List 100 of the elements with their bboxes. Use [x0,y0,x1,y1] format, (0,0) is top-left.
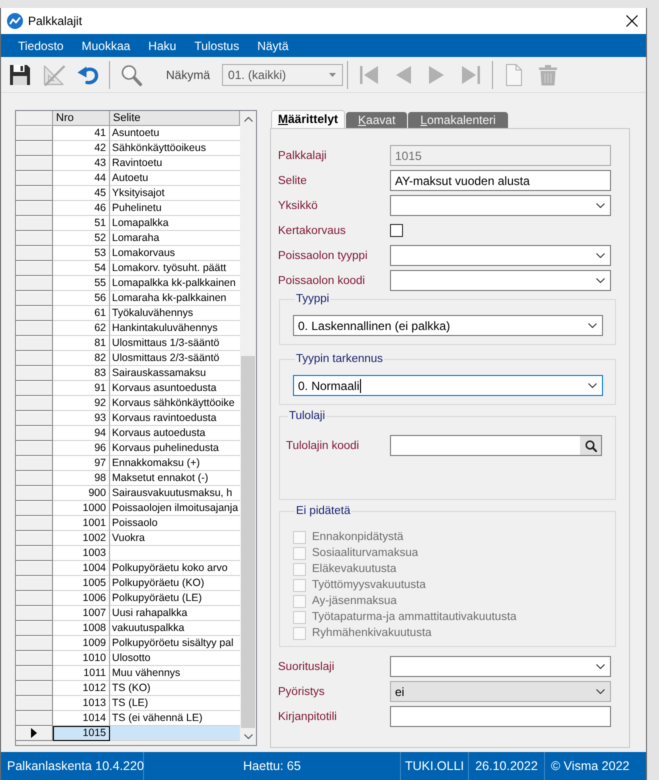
view-label: Näkymä [166,68,210,82]
row-pointer-icon [31,728,37,738]
menu-item[interactable]: Näytä [248,38,298,52]
checkbox-label: Työtapaturma-ja ammattitautivakuutusta [312,611,517,623]
table-row[interactable]: 1011 Muu vähennys [16,666,240,681]
menu-item[interactable]: Haku [139,38,186,52]
table-row[interactable]: 41 Asuntoetu [16,126,240,141]
chevron-down-icon [596,253,605,258]
tab[interactable]: Lomakalenteri [408,112,508,128]
text-field[interactable]: AY-maksut vuoden alusta [390,170,611,191]
table-row[interactable]: 1009 Polkupyöröetu sisältyy pal [16,636,240,651]
table-row[interactable]: 1001 Poissaolo [16,516,240,531]
field-label: Poissaolon tyyppi [278,250,368,262]
text-cursor [360,378,362,392]
table-row[interactable]: 51 Lomapalkka [16,216,240,231]
table-row[interactable]: 52 Lomaraha [16,231,240,246]
save-icon[interactable] [8,62,32,86]
chevron-down-icon [588,383,597,388]
checkbox[interactable] [390,224,403,237]
table-row[interactable]: 91 Korvaus asuntoedusta [16,381,240,396]
status-text: © Visma 2022 [550,758,630,775]
dropdown[interactable] [390,195,611,216]
table-row[interactable]: 42 Sähkönkäyttöoikeus [16,141,240,156]
table-row[interactable]: 96 Korvaus puhelinedusta [16,441,240,456]
text-field[interactable] [390,706,611,727]
table-cell: 1015 [53,726,110,741]
dropdown[interactable]: 0. Normaali [293,375,603,396]
field-label: Kertakorvaus [278,224,347,236]
search-button[interactable] [580,436,601,455]
table-row[interactable]: 53 Lomakorvaus [16,246,240,261]
table-row[interactable]: 97 Ennakkomaksu (+) [16,456,240,471]
table-row[interactable]: 45 Yksityisajot [16,186,240,201]
table-row[interactable]: 94 Korvaus autoedusta [16,426,240,441]
group-title: Tyypin tarkennus [295,353,384,365]
close-icon[interactable] [626,15,638,27]
table-row[interactable]: 1004 Polkupyöräetu koko arvo [16,561,240,576]
table-row[interactable]: 56 Lomaraha kk-palkkainen [16,291,240,306]
table-cell: 1014 [53,711,110,726]
chevron-down-icon[interactable] [244,734,252,739]
table-row[interactable]: 1003 [16,546,240,561]
table-row[interactable]: 1002 Vuokra [16,531,240,546]
table-row[interactable]: 55 Lomapalkka kk-palkkainen [16,276,240,291]
field-label: Poissaolon koodi [278,274,366,286]
field-label: Palkkalaji [278,150,328,162]
checkbox-label: Ay-jäsenmaksua [312,595,397,607]
chevron-down-icon [588,323,597,328]
field-label: Tulolajin koodi [286,440,360,452]
checkbox-label: Eläkevakuutusta [312,563,396,575]
table-row[interactable]: 900 Sairausvakuutusmaksu, h [16,486,240,501]
table-row[interactable]: 93 Korvaus ravintoedusta [16,411,240,426]
field-label: Selite [278,174,308,186]
menu-item[interactable]: Tulostus [185,38,248,52]
column-header[interactable]: Selite [110,111,240,126]
table-row[interactable]: 1014 TS (ei vähennä LE) [16,711,240,726]
table-row[interactable]: 46 Puhelinetu [16,201,240,216]
checkbox-label: Sosiaaliturvamaksua [312,547,418,559]
dropdown[interactable] [390,270,611,291]
row-selector[interactable] [16,726,53,741]
chevron-down-icon [596,664,605,669]
scrollbar-thumb[interactable] [241,356,255,728]
status-text: TUKI.OLLI [401,752,469,780]
table-row[interactable]: 1005 Polkupyöräetu (KO) [16,576,240,591]
table-row[interactable]: 61 Työkaluvähennys [16,306,240,321]
tab[interactable]: Kaavat [346,112,408,128]
table-row[interactable]: 1006 Polkupyöräetu (LE) [16,591,240,606]
table-row[interactable]: 62 Hankintakuluvähennys [16,321,240,336]
window-title: Palkkalajit [28,14,84,28]
table-row[interactable]: 1010 Ulosotto [16,651,240,666]
table-row[interactable]: 1012 TS (KO) [16,681,240,696]
caret-down-icon [329,72,336,76]
field-label: Pyöristys [278,686,326,698]
chevron-up-icon[interactable] [244,117,252,122]
column-header[interactable]: Nro [53,111,110,126]
group-title: Ei pidätetä [295,505,352,517]
dropdown[interactable] [390,245,611,266]
table-row[interactable]: 83 Sairauskassamaksu [16,366,240,381]
table-row[interactable]: 81 Ulosmittaus 1/3-sääntö [16,336,240,351]
dropdown[interactable]: 0. Laskennallinen (ei palkka) [293,315,603,336]
table-row[interactable]: 43 Ravintoetu [16,156,240,171]
table-row[interactable]: 1015 [16,726,240,741]
table-row[interactable]: 1000 Poissaolojen ilmoitusajanja [16,501,240,516]
field-label: Suorituslaji [278,660,336,672]
menu-item[interactable]: Muokkaa [72,38,140,52]
table-row[interactable]: 82 Ulosmittaus 2/3-sääntö [16,351,240,366]
line-chart-icon [7,13,23,29]
field-label: Yksikkö [278,200,319,212]
table-row[interactable]: 54 Lomakorv. työsuht. päätt [16,261,240,276]
search-field[interactable] [390,435,602,456]
table-row[interactable]: 92 Korvaus sähkönkäyttöoike [16,396,240,411]
table-row[interactable]: 1007 Uusi rahapalkka [16,606,240,621]
tab[interactable]: Määrittelyt [271,110,346,128]
dropdown[interactable] [390,656,611,677]
table-row[interactable]: 44 Autoetu [16,171,240,186]
table-row[interactable]: 98 Maksetut ennakot (-) [16,471,240,486]
checkbox-label: Ryhmähenkivakuutusta [312,627,432,639]
menu-item[interactable]: Tiedosto [9,38,73,52]
search-icon[interactable] [584,440,596,452]
table-row[interactable]: 1008 vakuutuspalkka [16,621,240,636]
table-row[interactable]: 1013 TS (LE) [16,696,240,711]
chevron-down-icon [596,278,605,283]
